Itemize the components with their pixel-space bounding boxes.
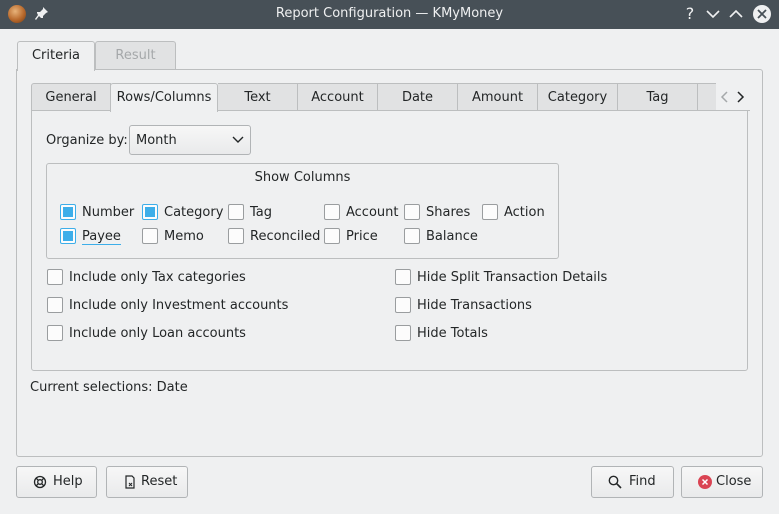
category-label: Category [164, 205, 224, 220]
show-columns-title: Show Columns [254, 170, 351, 185]
shares-label: Shares [426, 205, 471, 220]
organize-by-label: Organize by: [46, 133, 128, 148]
tab-date[interactable]: Date [378, 83, 458, 111]
balance-checkbox[interactable] [404, 228, 420, 244]
payee-label: Payee [82, 229, 121, 245]
tab-scroll-arrows [716, 83, 750, 111]
hide-transactions-label: Hide Transactions [417, 298, 532, 313]
window-title: Report Configuration — KMyMoney [275, 6, 504, 21]
account-label: Account [346, 205, 399, 220]
account-checkbox[interactable] [324, 204, 340, 220]
close-window-icon[interactable] [753, 5, 771, 23]
find-button-label: Find [629, 474, 656, 489]
chevron-down-icon [232, 136, 244, 143]
scroll-left-icon[interactable] [719, 90, 731, 104]
minimize-chevron-icon[interactable] [704, 5, 722, 23]
search-icon [608, 475, 622, 489]
investment-accounts-label: Include only Investment accounts [69, 298, 289, 313]
tab-amount[interactable]: Amount [458, 83, 538, 111]
loan-accounts-checkbox[interactable] [47, 325, 63, 341]
tag-label: Tag [250, 205, 273, 220]
hide-transactions-checkbox[interactable] [395, 297, 411, 313]
organize-by-value: Month [136, 133, 177, 148]
payee-checkbox[interactable] [60, 228, 76, 244]
organize-by-select[interactable]: Month [129, 125, 251, 155]
loan-accounts-label: Include only Loan accounts [69, 326, 246, 341]
tag-checkbox[interactable] [228, 204, 244, 220]
action-checkbox[interactable] [482, 204, 498, 220]
number-label: Number [82, 205, 135, 220]
tab-general[interactable]: General [31, 83, 111, 111]
hide-split-details-checkbox[interactable] [395, 269, 411, 285]
tab-criteria[interactable]: Criteria [17, 41, 95, 71]
tab-tag[interactable]: Tag [618, 83, 698, 111]
action-label: Action [504, 205, 545, 220]
memo-checkbox[interactable] [142, 228, 158, 244]
hide-totals-checkbox[interactable] [395, 325, 411, 341]
reconciled-checkbox[interactable] [228, 228, 244, 244]
scroll-right-icon[interactable] [734, 90, 746, 104]
maximize-chevron-icon[interactable] [727, 5, 745, 23]
close-button[interactable]: Close [681, 466, 763, 498]
investment-accounts-checkbox[interactable] [47, 297, 63, 313]
tab-text[interactable]: Text [218, 83, 298, 111]
tab-overflow[interactable] [698, 83, 718, 111]
tab-category[interactable]: Category [538, 83, 618, 111]
close-button-label: Close [716, 474, 752, 489]
reset-button[interactable]: Reset [106, 466, 188, 498]
balance-label: Balance [426, 229, 478, 244]
price-checkbox[interactable] [324, 228, 340, 244]
hide-split-details-label: Hide Split Transaction Details [417, 270, 608, 285]
number-checkbox[interactable] [60, 204, 76, 220]
tax-categories-checkbox[interactable] [47, 269, 63, 285]
reconciled-label: Reconciled [250, 229, 321, 244]
help-button[interactable]: Help [16, 466, 97, 498]
reset-button-label: Reset [141, 474, 178, 489]
lifebuoy-icon [33, 475, 47, 489]
memo-label: Memo [164, 229, 204, 244]
title-bar: Report Configuration — KMyMoney ? [0, 0, 779, 29]
hide-totals-label: Hide Totals [417, 326, 488, 341]
tab-rows-columns[interactable]: Rows/Columns [110, 83, 218, 112]
current-selections-text: Current selections: Date [30, 380, 188, 395]
close-circle-icon [698, 475, 712, 489]
document-reset-icon [125, 475, 135, 489]
shares-checkbox[interactable] [404, 204, 420, 220]
price-label: Price [346, 229, 378, 244]
help-question-icon[interactable]: ? [681, 5, 699, 23]
tab-account[interactable]: Account [298, 83, 378, 111]
find-button[interactable]: Find [591, 466, 674, 498]
tab-result[interactable]: Result [95, 41, 176, 70]
tax-categories-label: Include only Tax categories [69, 270, 246, 285]
category-checkbox[interactable] [142, 204, 158, 220]
help-button-label: Help [53, 474, 83, 489]
